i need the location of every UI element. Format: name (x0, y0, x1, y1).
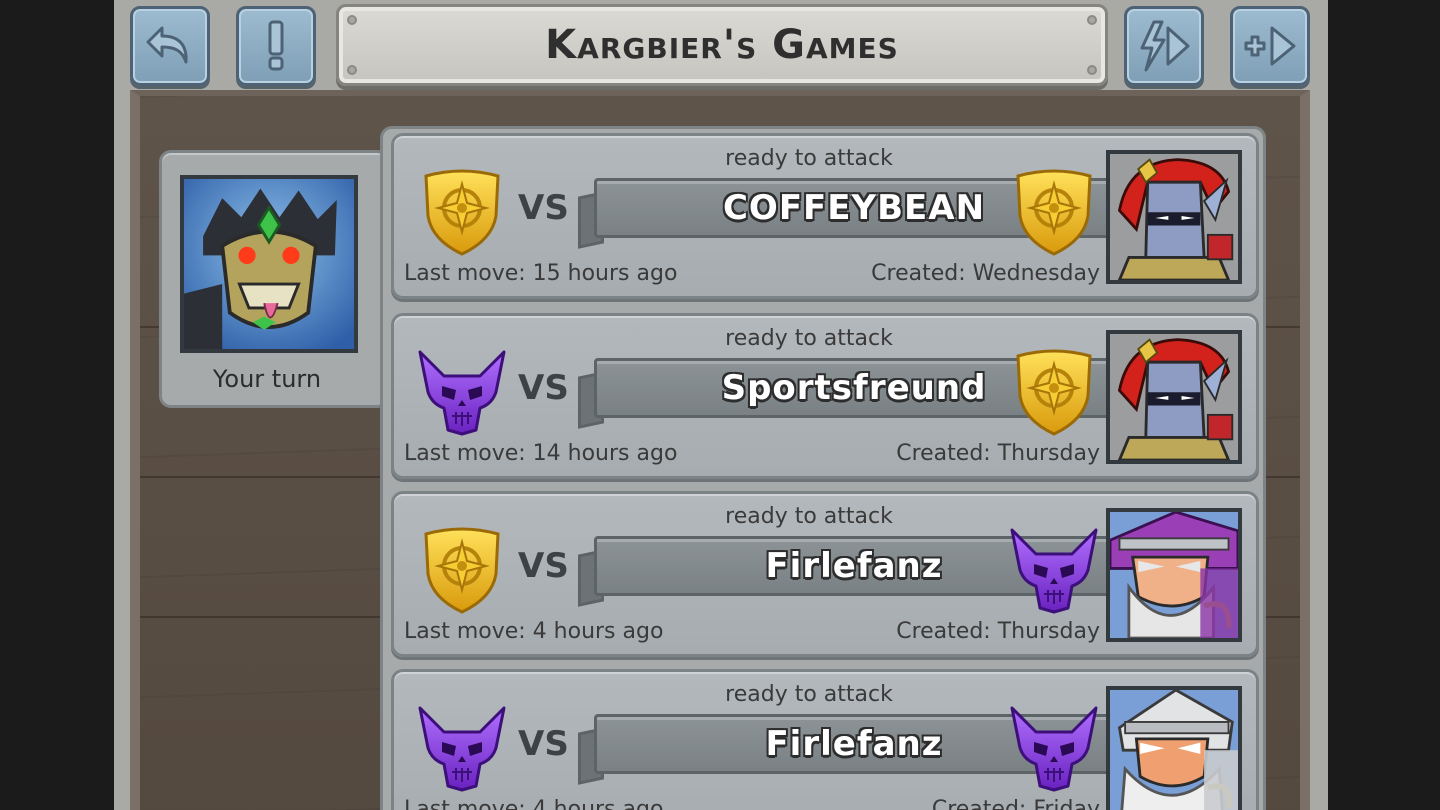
back-button[interactable] (130, 6, 210, 86)
last-move: Last move: 15 hours ago (404, 261, 678, 286)
last-move: Last move: 4 hours ago (404, 797, 664, 810)
exclamation-icon (268, 20, 284, 71)
vs-label: VS (518, 368, 569, 408)
purple-skull-icon (416, 702, 508, 792)
last-move: Last move: 4 hours ago (404, 619, 664, 644)
purple-skull-icon (1008, 524, 1100, 614)
plus-play-icon (1244, 26, 1296, 66)
vs-label: VS (518, 724, 569, 764)
new-game-button[interactable] (1230, 6, 1310, 86)
opponent-name: Firlefanz (765, 724, 943, 764)
last-move: Last move: 14 hours ago (404, 441, 678, 466)
created-date: Created: Friday (931, 797, 1100, 810)
vs-label: VS (518, 546, 569, 586)
game-card[interactable]: ready to attack VS COFFEYBEAN Last move:… (391, 133, 1259, 299)
game-frame: Kargbier's Games Your turn ready to atta… (114, 0, 1328, 810)
opponent-portrait (1106, 330, 1242, 464)
gold-shield-icon (1008, 346, 1100, 436)
opponent-name: COFFEYBEAN (722, 188, 986, 228)
opponent-portrait (1106, 508, 1242, 642)
created-date: Created: Thursday (896, 441, 1100, 466)
purple-skull-icon (416, 346, 508, 436)
gold-shield-icon (416, 166, 508, 256)
purple-skull-icon (1008, 702, 1100, 792)
opponent-name: Sportsfreund (721, 368, 987, 408)
game-card[interactable]: ready to attack VS Sportsfreund Last mov… (391, 313, 1259, 479)
opponent-portrait (1106, 686, 1242, 810)
page-title: Kargbier's Games (545, 22, 899, 68)
your-turn-label: Your turn (212, 365, 322, 393)
quick-match-button[interactable] (1124, 6, 1204, 86)
game-card[interactable]: ready to attack VS Firlefanz Last move: … (391, 669, 1259, 810)
game-card[interactable]: ready to attack VS Firlefanz Last move: … (391, 491, 1259, 657)
opponent-portrait (1106, 150, 1242, 284)
alert-button[interactable] (236, 6, 316, 86)
created-date: Created: Wednesday (871, 261, 1100, 286)
gold-shield-icon (1008, 166, 1100, 256)
back-arrow-icon (146, 26, 188, 64)
lightning-play-icon (1140, 20, 1190, 72)
opponent-name: Firlefanz (765, 546, 943, 586)
created-date: Created: Thursday (896, 619, 1100, 644)
gold-shield-icon (416, 524, 508, 614)
title-plate: Kargbier's Games (336, 4, 1108, 86)
vs-label: VS (518, 188, 569, 228)
games-list: ready to attack VS COFFEYBEAN Last move:… (380, 126, 1266, 810)
player-portrait (180, 175, 358, 353)
your-turn-panel: Your turn (159, 150, 389, 408)
